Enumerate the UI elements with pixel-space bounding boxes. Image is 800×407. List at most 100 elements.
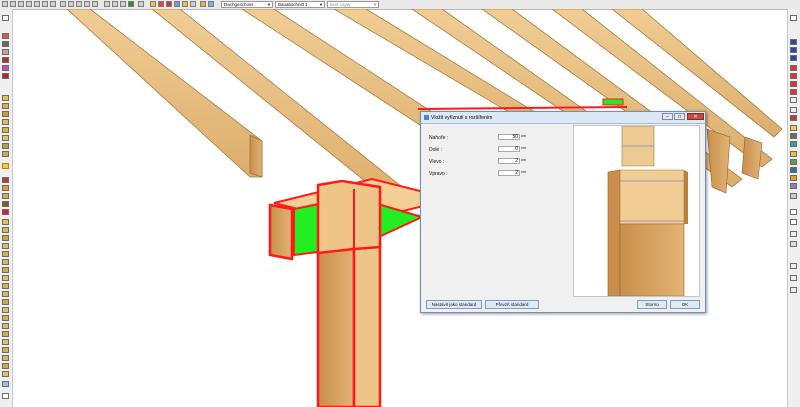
- column-tool-icon[interactable]: [2, 41, 9, 47]
- view-persp-icon[interactable]: [790, 107, 797, 113]
- batten-tool-icon[interactable]: [2, 363, 9, 369]
- joint-tool-icon[interactable]: [2, 135, 9, 141]
- notch-tool-icon[interactable]: [2, 163, 9, 169]
- redo-icon[interactable]: [112, 1, 118, 7]
- pointer-icon[interactable]: [2, 15, 9, 21]
- collar-tool-icon[interactable]: [2, 347, 9, 353]
- dovetail-tool-icon[interactable]: [2, 267, 9, 273]
- zoom-all-icon[interactable]: [84, 1, 90, 7]
- section-view-icon[interactable]: [790, 141, 797, 147]
- close-icon[interactable]: ✕: [687, 113, 704, 120]
- dialog-titlebar[interactable]: Vložit vyříznutí s rozšířením – □ ✕: [421, 112, 705, 124]
- view-left-icon[interactable]: [790, 81, 797, 87]
- layer-tool-icon[interactable]: [150, 1, 156, 7]
- tenon-tool-icon[interactable]: [2, 185, 9, 191]
- minimize-icon[interactable]: –: [662, 113, 673, 120]
- ok-button[interactable]: OK: [670, 300, 700, 309]
- print-icon[interactable]: [26, 1, 32, 7]
- light-icon[interactable]: [790, 125, 797, 131]
- refresh-icon[interactable]: [120, 1, 126, 7]
- lath-tool-icon[interactable]: [2, 371, 9, 377]
- view-front-icon[interactable]: [790, 55, 797, 61]
- save-icon[interactable]: [18, 1, 24, 7]
- birdsmouth-tool-icon[interactable]: [2, 275, 9, 281]
- view-top-icon[interactable]: [790, 47, 797, 53]
- cancel-button[interactable]: Storno: [637, 300, 667, 309]
- snap-tool-icon[interactable]: [200, 1, 206, 7]
- ridge-tool-icon[interactable]: [2, 143, 9, 149]
- purlin-tool-icon[interactable]: [2, 111, 9, 117]
- layer-select[interactable]: kein Layer ▼: [327, 1, 379, 8]
- stair-tool-icon[interactable]: [2, 65, 9, 71]
- dropdown-arrow-icon[interactable]: [138, 1, 144, 7]
- open-file-icon[interactable]: [10, 1, 16, 7]
- render-icon[interactable]: [128, 1, 134, 7]
- info-tool-icon[interactable]: [2, 381, 9, 387]
- beam-tool-icon[interactable]: [2, 95, 9, 101]
- delete-tool-icon[interactable]: [2, 177, 9, 183]
- undo-icon[interactable]: [104, 1, 110, 7]
- slot-tool-icon[interactable]: [2, 219, 9, 225]
- bevel-tool-icon[interactable]: [2, 251, 9, 257]
- lap-tool-icon[interactable]: [2, 227, 9, 233]
- chamfer-tool-icon[interactable]: [2, 235, 9, 241]
- zoom-window-icon[interactable]: [76, 1, 82, 7]
- profile-tool-icon[interactable]: [2, 259, 9, 265]
- window-tool-icon[interactable]: [2, 49, 9, 55]
- rafter-tool-icon[interactable]: [2, 103, 9, 109]
- drill-tool-icon[interactable]: [2, 201, 9, 207]
- jack-tool-icon[interactable]: [2, 299, 9, 305]
- view-back-icon[interactable]: [790, 73, 797, 79]
- kneewall-tool-icon[interactable]: [2, 355, 9, 361]
- zoom-out-icon[interactable]: [68, 1, 74, 7]
- hip-tool-icon[interactable]: [2, 283, 9, 289]
- section-select[interactable]: Bauabschnitt 1 ▼: [275, 1, 325, 8]
- pan-icon[interactable]: [92, 1, 98, 7]
- mortise-tool-icon[interactable]: [2, 193, 9, 199]
- paste-icon[interactable]: [42, 1, 48, 7]
- groove-tool-icon[interactable]: [2, 243, 9, 249]
- checkbox-icon[interactable]: [790, 209, 797, 215]
- view-iso-icon[interactable]: [790, 97, 797, 103]
- render-mode-icon[interactable]: [790, 115, 797, 121]
- door-tool-icon[interactable]: [2, 57, 9, 63]
- marker-tool-icon[interactable]: [2, 209, 9, 215]
- load-default-button[interactable]: Převzít standard: [485, 300, 539, 309]
- texture-icon[interactable]: [790, 175, 797, 181]
- layers-icon[interactable]: [790, 159, 797, 165]
- shadow-icon[interactable]: [790, 183, 797, 189]
- new-file-icon[interactable]: [2, 1, 8, 7]
- view-3d-icon[interactable]: [790, 39, 797, 45]
- color-tool-icon[interactable]: [158, 1, 164, 7]
- view-right-icon[interactable]: [790, 89, 797, 95]
- valley-tool-icon[interactable]: [2, 291, 9, 297]
- left-input[interactable]: 2: [498, 158, 520, 164]
- measure-tool-icon[interactable]: [182, 1, 188, 7]
- settings-tool-icon[interactable]: [2, 393, 9, 399]
- top-input[interactable]: 50: [498, 134, 520, 140]
- material-icon[interactable]: [790, 167, 797, 173]
- set-default-button[interactable]: Nastavit jako standard: [426, 300, 482, 309]
- wall-tool-icon[interactable]: [2, 33, 9, 39]
- scroll-up-icon[interactable]: [790, 15, 797, 21]
- text-icon[interactable]: [790, 241, 797, 247]
- sill-tool-icon[interactable]: [2, 315, 9, 321]
- view-tool-icon[interactable]: [208, 1, 214, 7]
- zoom-icon[interactable]: [790, 263, 797, 269]
- cut-tool-icon[interactable]: [2, 151, 9, 157]
- select-tool-icon[interactable]: [190, 1, 196, 7]
- wireframe-icon[interactable]: [790, 193, 797, 199]
- copy-icon[interactable]: [34, 1, 40, 7]
- bottom-input[interactable]: 0: [498, 146, 520, 152]
- strut-tool-icon[interactable]: [2, 331, 9, 337]
- view-side-icon[interactable]: [790, 65, 797, 71]
- plate-tool-icon[interactable]: [2, 307, 9, 313]
- roof-tool-icon[interactable]: [2, 73, 9, 79]
- dim-icon[interactable]: [790, 231, 797, 237]
- floor-select[interactable]: Dachgeschoss ▼: [221, 1, 273, 8]
- grid-tool-icon[interactable]: [174, 1, 180, 7]
- header-tool-icon[interactable]: [2, 323, 9, 329]
- orbit-icon[interactable]: [790, 287, 797, 293]
- post-tool-icon[interactable]: [2, 119, 9, 125]
- maximize-icon[interactable]: □: [674, 113, 685, 120]
